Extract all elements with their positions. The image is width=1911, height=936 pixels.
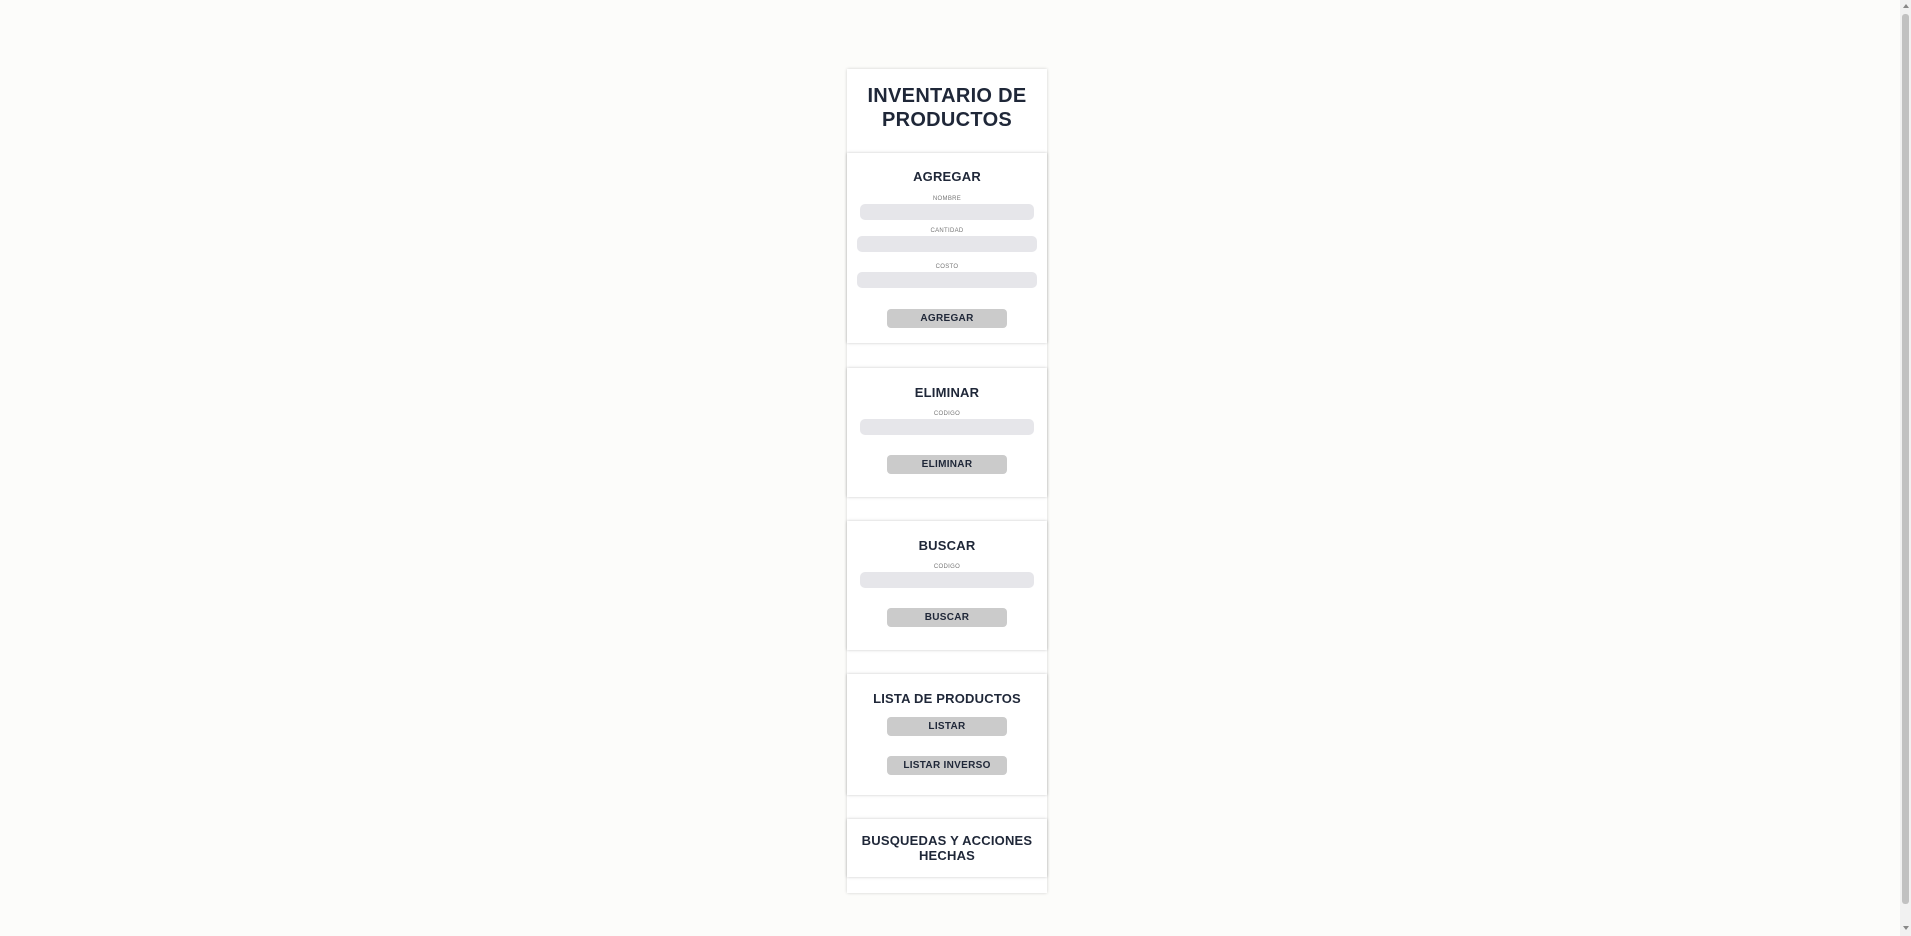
costo-label: COSTO bbox=[935, 264, 959, 270]
nombre-input[interactable] bbox=[860, 204, 1034, 220]
nombre-label: NOMBRE bbox=[932, 196, 962, 202]
inventory-app: INVENTARIO DE PRODUCTOS AGREGAR NOMBRE C… bbox=[847, 69, 1047, 893]
cantidad-label: CANTIDAD bbox=[930, 228, 964, 234]
costo-input[interactable] bbox=[857, 272, 1037, 288]
product-list-heading: LISTA DE PRODUCTOS bbox=[873, 691, 1021, 706]
eliminar-codigo-label: CODIGO bbox=[933, 411, 961, 417]
history-heading: BUSQUEDAS Y ACCIONES HECHAS bbox=[861, 833, 1033, 863]
vertical-scrollbar[interactable] bbox=[1900, 0, 1911, 936]
scroll-up-arrow-icon[interactable] bbox=[1903, 4, 1909, 8]
delete-heading: ELIMINAR bbox=[914, 385, 980, 400]
search-heading: BUSCAR bbox=[918, 538, 976, 553]
agregar-button[interactable]: AGREGAR bbox=[887, 309, 1007, 328]
add-heading: AGREGAR bbox=[913, 169, 981, 184]
page-title: INVENTARIO DE PRODUCTOS bbox=[867, 85, 1027, 131]
buscar-codigo-input[interactable] bbox=[860, 572, 1034, 588]
history-card: BUSQUEDAS Y ACCIONES HECHAS bbox=[847, 819, 1047, 877]
buscar-codigo-label: CODIGO bbox=[933, 564, 961, 570]
search-product-card: BUSCAR CODIGO BUSCAR bbox=[847, 521, 1047, 650]
cantidad-input[interactable] bbox=[857, 236, 1037, 252]
page: INVENTARIO DE PRODUCTOS AGREGAR NOMBRE C… bbox=[0, 0, 1911, 936]
scrollbar-thumb[interactable] bbox=[1902, 14, 1909, 904]
product-list-card: LISTA DE PRODUCTOS LISTAR LISTAR INVERSO bbox=[847, 674, 1047, 795]
listar-button[interactable]: LISTAR bbox=[887, 717, 1007, 736]
scroll-down-arrow-icon[interactable] bbox=[1903, 926, 1909, 930]
listar-inverso-button[interactable]: LISTAR INVERSO bbox=[887, 756, 1007, 775]
add-product-card: AGREGAR NOMBRE CANTIDAD COSTO AGREGAR bbox=[847, 153, 1047, 343]
buscar-button[interactable]: BUSCAR bbox=[887, 608, 1007, 627]
delete-product-card: ELIMINAR CODIGO ELIMINAR bbox=[847, 368, 1047, 497]
eliminar-codigo-input[interactable] bbox=[860, 419, 1034, 435]
eliminar-button[interactable]: ELIMINAR bbox=[887, 455, 1007, 474]
